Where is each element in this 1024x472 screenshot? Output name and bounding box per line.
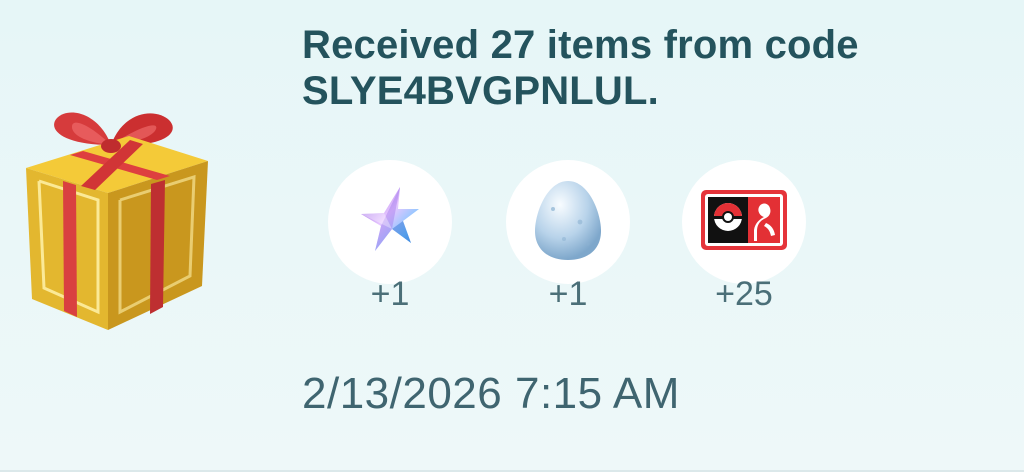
reward-item-trainer-card: +25 bbox=[681, 160, 807, 315]
reward-icon-bubble bbox=[506, 160, 630, 284]
redeem-timestamp: 2/13/2026 7:15 AM bbox=[302, 369, 680, 418]
gift-box-icon bbox=[14, 98, 220, 334]
redeem-history-card: Received 27 items from code SLYE4BVGPNLU… bbox=[0, 0, 1024, 472]
pokemon-trainer-card-icon bbox=[700, 189, 788, 256]
stardust-star-icon bbox=[353, 183, 427, 262]
reward-count: +1 bbox=[548, 275, 588, 313]
reward-icon-bubble bbox=[328, 160, 452, 284]
reward-items-list: +1 +1 +25 bbox=[327, 160, 847, 320]
reward-count: +1 bbox=[370, 275, 410, 313]
reward-item-stardust: +1 bbox=[327, 160, 453, 315]
redeem-message: Received 27 items from code SLYE4BVGPNLU… bbox=[302, 23, 859, 113]
reward-count: +25 bbox=[715, 275, 773, 313]
reward-icon-bubble bbox=[682, 160, 806, 284]
reward-item-egg: +1 bbox=[505, 160, 631, 315]
egg-icon bbox=[531, 177, 605, 268]
